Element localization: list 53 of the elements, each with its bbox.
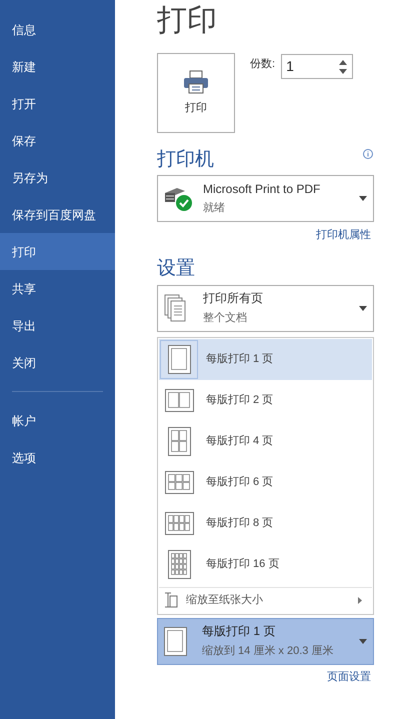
menu-item[interactable]: 每版打印 1 页 bbox=[159, 338, 372, 380]
printer-properties-link[interactable]: 打印机属性 bbox=[316, 227, 371, 244]
page-layout-icon bbox=[164, 470, 194, 494]
page-title: 打印 bbox=[157, 3, 218, 39]
submenu-arrow-icon bbox=[358, 596, 362, 604]
pages-per-sheet-dropdown[interactable]: 每版打印 1 页 缩放到 14 厘米 x 20.3 厘米 bbox=[157, 618, 374, 664]
spinner-arrows-icon bbox=[339, 58, 348, 74]
printer-icon bbox=[183, 70, 209, 94]
printer-name: Microsoft Print to PDF bbox=[203, 180, 320, 198]
page-setup-link[interactable]: 页面设置 bbox=[327, 668, 371, 685]
scale-to-paper-item[interactable]: 缩放至纸张大小 bbox=[159, 586, 372, 612]
menu-item[interactable]: 每版打印 2 页 bbox=[159, 380, 372, 420]
section-heading: 打印机 bbox=[157, 148, 214, 172]
nav-item[interactable]: 打印 bbox=[0, 233, 115, 270]
nav-item[interactable]: 保存 bbox=[0, 122, 115, 159]
pages-subtitle: 整个文档 bbox=[203, 310, 248, 326]
page-layout-icon bbox=[168, 550, 190, 578]
menu-item[interactable]: 每版打印 4 页 bbox=[159, 420, 372, 462]
info-icon[interactable] bbox=[363, 149, 373, 159]
nav-item[interactable]: 关闭 bbox=[0, 344, 115, 381]
nav-item[interactable]: 选项 bbox=[0, 439, 115, 476]
copies-spinner[interactable]: 1 bbox=[281, 54, 354, 79]
page-layout-icon bbox=[168, 426, 190, 456]
menu-item[interactable]: 每版打印 16 页 bbox=[159, 544, 372, 584]
pages-icon bbox=[164, 294, 188, 322]
printer-status: 就绪 bbox=[203, 200, 226, 216]
caret-icon bbox=[359, 306, 367, 310]
section-heading: 设置 bbox=[157, 256, 196, 280]
page-layout-icon bbox=[164, 388, 194, 412]
nav-item[interactable]: 导出 bbox=[0, 307, 115, 344]
page-layout-icon bbox=[164, 512, 194, 534]
printer-ready-icon bbox=[163, 186, 193, 212]
nav-item[interactable]: 共享 bbox=[0, 270, 115, 307]
pages-per-sheet-subtitle: 缩放到 14 厘米 x 20.3 厘米 bbox=[202, 644, 334, 659]
nav-item[interactable]: 另存为 bbox=[0, 159, 115, 196]
page-layout-icon bbox=[164, 626, 187, 656]
copies-label: 份数: bbox=[250, 57, 276, 72]
nav-item[interactable]: 信息 bbox=[0, 11, 115, 48]
menu-item[interactable]: 每版打印 6 页 bbox=[159, 462, 372, 502]
nav-item[interactable]: 新建 bbox=[0, 48, 115, 85]
caret-icon bbox=[359, 196, 367, 201]
printer-dropdown[interactable]: Microsoft Print to PDF 就绪 bbox=[157, 175, 374, 222]
print-button[interactable]: 打印 bbox=[157, 53, 235, 133]
page-layout-icon bbox=[168, 344, 190, 374]
menu-item[interactable]: 每版打印 8 页 bbox=[159, 502, 372, 544]
pages-dropdown[interactable]: 打印所有页 整个文档 bbox=[157, 284, 374, 332]
nav-item[interactable]: 保存到百度网盘 bbox=[0, 196, 115, 233]
nav-item[interactable]: 帐户 bbox=[0, 402, 115, 439]
caret-icon bbox=[359, 638, 367, 644]
pages-title: 打印所有页 bbox=[203, 290, 263, 307]
scale-icon bbox=[164, 592, 178, 608]
nav-item[interactable]: 打开 bbox=[0, 85, 115, 122]
pages-per-sheet-title: 每版打印 1 页 bbox=[202, 623, 276, 640]
